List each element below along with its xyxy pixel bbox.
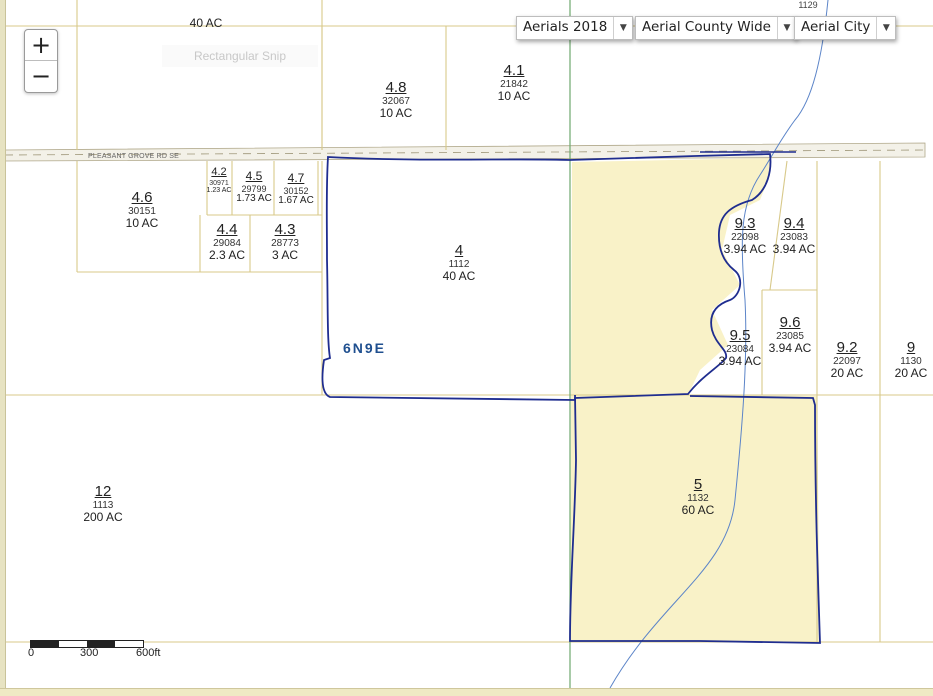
parcel-label[interactable]: 9.5 23084 3.94 AC (719, 328, 762, 368)
parcel-label[interactable]: 4.2 30971 1.23 AC (207, 163, 232, 194)
chevron-down-icon: ▼ (876, 17, 895, 39)
parcel-label[interactable]: 4.6 30151 10 AC (126, 190, 159, 230)
road-label: PLEASANT GROVE RD SE (88, 153, 180, 160)
parcel-acres: 3.94 AC (768, 341, 812, 356)
layer-select-label: Aerial County Wide (642, 19, 771, 35)
parcel-number: 9.2 (836, 339, 858, 356)
scale-tick-300: 300 (80, 647, 99, 659)
parcel-label[interactable]: 4.5 29799 1.73 AC (236, 168, 272, 205)
parcel-acres: 3.94 AC (718, 354, 762, 369)
parcel-number: 9.4 (783, 215, 805, 232)
rectangular-snip-hint: Rectangular Snip (162, 45, 318, 67)
parcel-acres: 3.94 AC (772, 242, 816, 257)
parcel-label[interactable]: 4.4 29084 2.3 AC (209, 222, 245, 262)
parcel-acres: 10 AC (125, 216, 159, 231)
parcel-acres: 2.3 AC (208, 248, 246, 263)
parcel-label[interactable]: 9.4 23083 3.94 AC (773, 216, 816, 256)
top-edge-label: 1129 (798, 0, 818, 10)
chevron-down-icon: ▼ (613, 17, 632, 39)
layer-select-label: Aerial City (801, 19, 871, 35)
parcel-label[interactable]: 4 1112 40 AC (443, 243, 476, 283)
parcel-acres: 10 AC (497, 89, 531, 104)
parcel-number: 4.8 (385, 79, 407, 96)
parcel-number: 9.6 (779, 314, 801, 331)
parcel-label[interactable]: 5 1132 60 AC (682, 477, 715, 517)
parcel-acres: 60 AC (681, 503, 715, 518)
parcel-acres: 3 AC (271, 248, 298, 263)
scale-tick-0: 0 (28, 647, 35, 659)
parcel-acres: 20 AC (830, 366, 864, 381)
parcel-label[interactable]: 4.3 28773 3 AC (271, 222, 299, 262)
parcel-number: 4.3 (274, 221, 296, 238)
township-label: 6N9E (343, 340, 387, 356)
parcel-acres: 3.94 AC (723, 242, 767, 257)
parcel-acres: 1.73 AC (236, 193, 272, 205)
parcel-label[interactable]: 4.8 32067 10 AC (380, 80, 413, 120)
layer-select-aerial-city[interactable]: Aerial City ▼ (794, 16, 897, 40)
left-frame (0, 0, 6, 695)
parcel-number: 9 (906, 339, 916, 356)
parcel-acres: 1.67 AC (278, 195, 314, 207)
layer-select-label: Aerials 2018 (523, 19, 608, 35)
parcel-label[interactable]: 12 1113 200 AC (83, 484, 122, 524)
parcel-number: 4.1 (503, 62, 525, 79)
zoom-out-button[interactable]: − (25, 60, 57, 91)
parcel-number: 4.6 (131, 189, 153, 206)
parcel-label[interactable]: 4.1 21842 10 AC (498, 63, 531, 103)
map-canvas[interactable]: 40 AC 1129 Rectangular Snip PLEASANT GRO… (0, 0, 933, 696)
parcel-id: 30971 (209, 179, 229, 187)
parcel-number: 12 (94, 483, 112, 500)
parcel-number: 4.7 (287, 171, 305, 185)
parcel-number: 4.5 (245, 169, 263, 183)
parcel-number: 4 (454, 242, 464, 259)
parcel-label[interactable]: 9.2 22097 20 AC (831, 340, 864, 380)
parcel-acres: 1.23 AC (206, 187, 232, 195)
parcel-label[interactable]: 9.3 22098 3.94 AC (724, 216, 767, 256)
parcel-number: 5 (693, 476, 703, 493)
parcel-label[interactable]: 4.7 30152 1.67 AC (278, 170, 314, 207)
parcel-label[interactable]: 9.6 23085 3.94 AC (769, 315, 812, 355)
parcel-number: 9.3 (734, 215, 756, 232)
layer-select-aerial-county-wide[interactable]: Aerial County Wide ▼ (635, 16, 797, 40)
partial-parcel-acres: 40 AC (189, 16, 223, 30)
parcel-acres: 20 AC (894, 366, 928, 381)
parcel-label[interactable]: 9 1130 20 AC (895, 340, 928, 380)
parcel-acres: 200 AC (83, 510, 123, 525)
parcel-number: 9.5 (729, 327, 751, 344)
scale-tick-600: 600ft (136, 647, 161, 659)
parcel-number: 4.2 (211, 166, 227, 178)
layer-select-aerials-2018[interactable]: Aerials 2018 ▼ (516, 16, 634, 40)
parcel-number: 4.4 (216, 221, 238, 238)
zoom-in-button[interactable]: + (25, 30, 57, 60)
parcel-acres: 40 AC (442, 269, 476, 284)
parcel-acres: 10 AC (379, 106, 413, 121)
zoom-control: + − (24, 29, 58, 93)
